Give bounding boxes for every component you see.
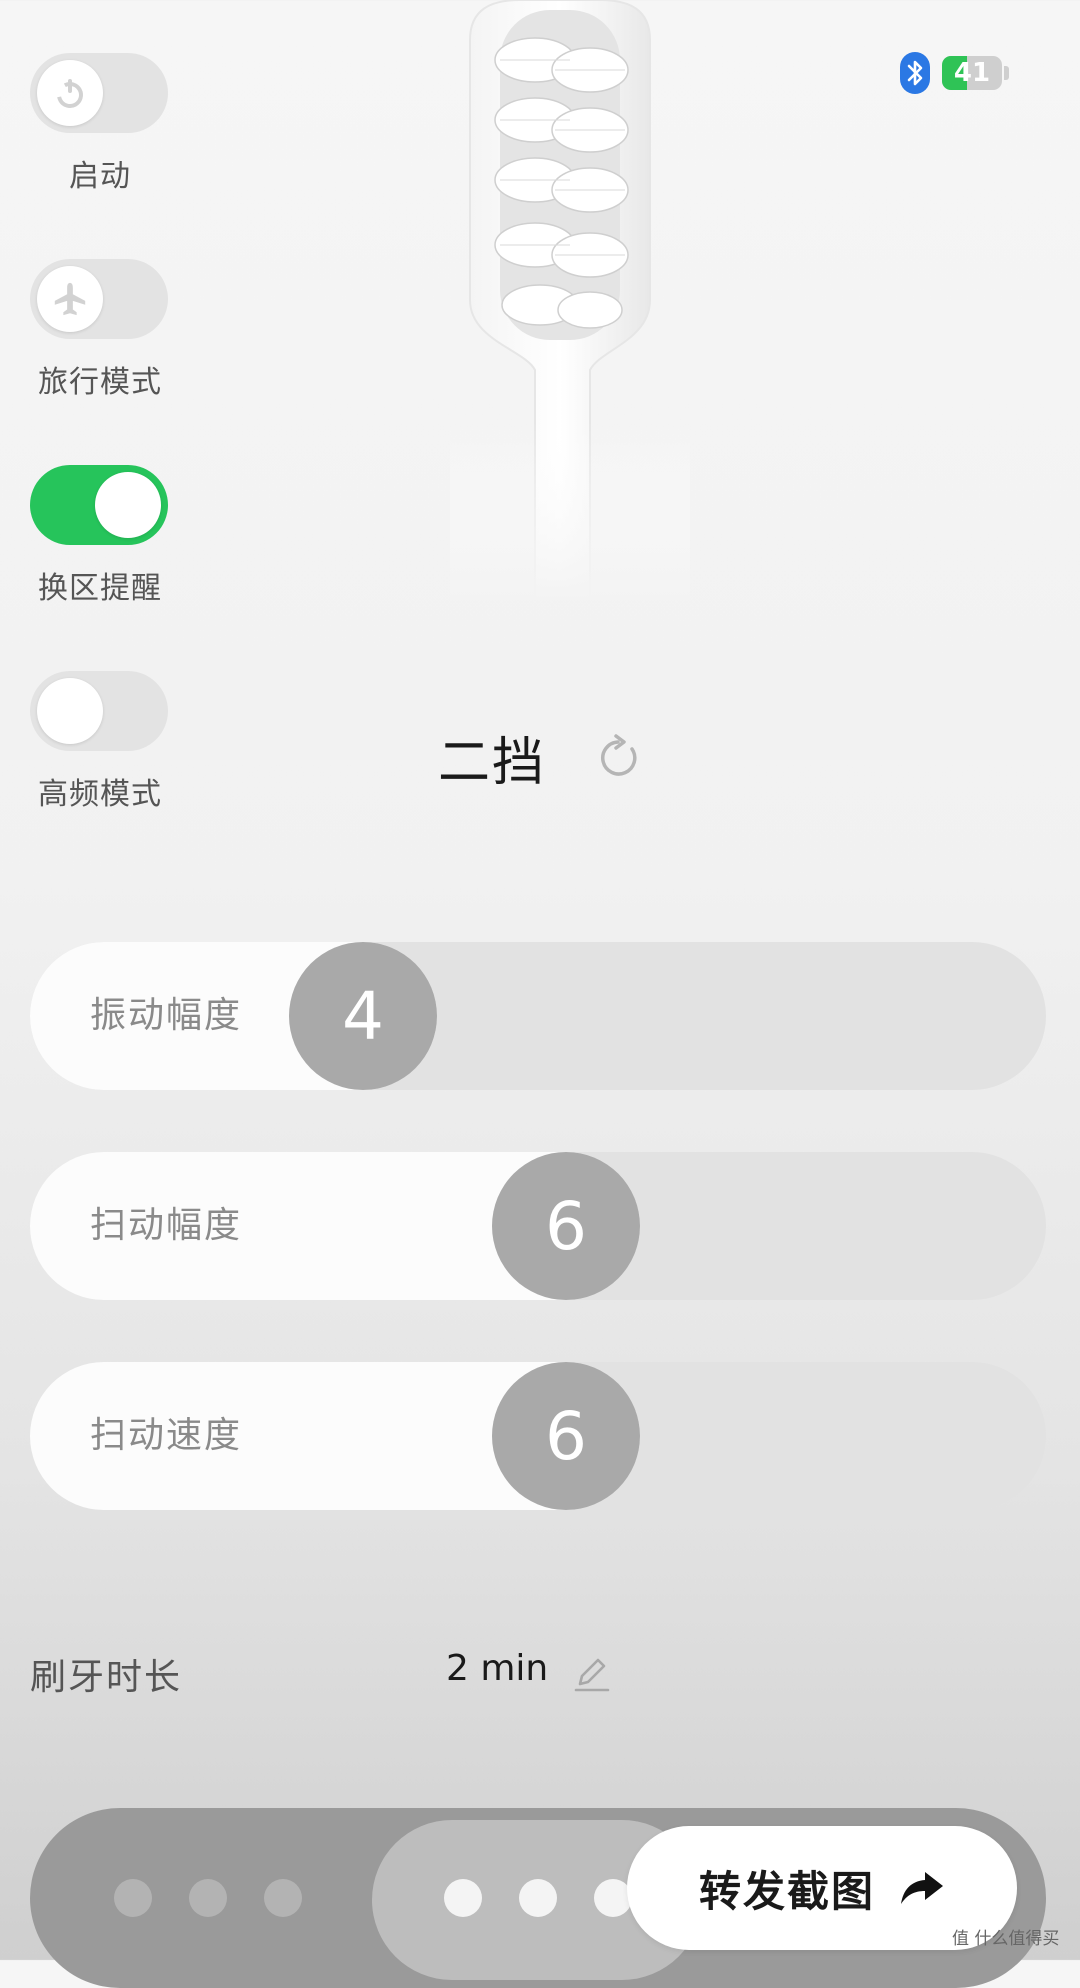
slider-label: 扫动速度 xyxy=(90,1415,243,1456)
toggle-knob xyxy=(37,678,103,744)
slider-thumb[interactable]: 6 xyxy=(492,1152,640,1300)
battery-tip xyxy=(1004,66,1009,80)
toggle-knob xyxy=(37,60,103,126)
power-label: 启动 xyxy=(69,159,131,194)
pager-dot[interactable] xyxy=(114,1879,152,1917)
pager-dot[interactable] xyxy=(519,1879,557,1917)
zone-reminder-label: 换区提醒 xyxy=(38,571,162,606)
toggle-power-group: 启动 xyxy=(30,53,170,195)
bluetooth-icon xyxy=(900,52,930,94)
toggle-travel-group: 旅行模式 xyxy=(30,259,170,401)
slider-label: 振动幅度 xyxy=(90,995,243,1036)
refresh-icon[interactable] xyxy=(594,733,644,783)
share-label: 转发截图 xyxy=(698,1866,875,1916)
airplane-icon xyxy=(54,282,86,316)
share-arrow-icon xyxy=(901,1872,943,1904)
high-frequency-toggle[interactable] xyxy=(30,671,168,751)
sweep-speed-slider[interactable]: 扫动速度 6 xyxy=(30,1362,1046,1510)
watermark: 值 什么值得买 xyxy=(952,1929,1060,1949)
travel-mode-toggle[interactable] xyxy=(30,259,168,339)
brushing-duration-value: 2 min xyxy=(446,1648,549,1689)
pager-dot[interactable] xyxy=(189,1879,227,1917)
slider-thumb[interactable]: 4 xyxy=(289,942,437,1090)
toggle-zone-group: 换区提醒 xyxy=(30,465,170,607)
battery-level: 41 xyxy=(953,58,991,88)
toggle-knob xyxy=(37,266,103,332)
device-status: 41 xyxy=(900,52,1009,94)
travel-mode-label: 旅行模式 xyxy=(38,365,162,400)
zone-reminder-toggle[interactable] xyxy=(30,465,168,545)
mode-display: 二挡 xyxy=(438,720,644,795)
toggle-knob xyxy=(95,472,161,538)
toothbrush-head-image xyxy=(450,0,690,600)
vibration-amplitude-slider[interactable]: 振动幅度 4 xyxy=(30,942,1046,1090)
sweep-amplitude-slider[interactable]: 扫动幅度 6 xyxy=(30,1152,1046,1300)
slider-thumb[interactable]: 6 xyxy=(492,1362,640,1510)
power-icon xyxy=(57,79,83,108)
high-frequency-label: 高频模式 xyxy=(38,777,162,812)
battery-indicator: 41 xyxy=(942,56,1002,90)
brushing-duration-label: 刷牙时长 xyxy=(30,1657,183,1698)
power-toggle[interactable] xyxy=(30,53,168,133)
edit-icon[interactable] xyxy=(572,1654,612,1694)
slider-label: 扫动幅度 xyxy=(90,1205,243,1246)
mode-title: 二挡 xyxy=(438,733,547,793)
toggle-highfreq-group: 高频模式 xyxy=(30,671,170,813)
pager-dot[interactable] xyxy=(444,1879,482,1917)
pager-dot[interactable] xyxy=(264,1879,302,1917)
